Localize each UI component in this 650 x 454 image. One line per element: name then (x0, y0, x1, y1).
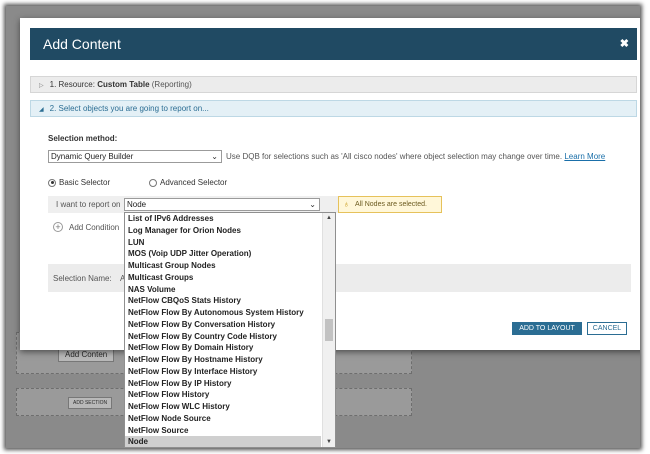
step-resource[interactable]: ▷ 1. Resource: Custom Table (Reporting) (30, 76, 637, 93)
cancel-button[interactable]: CANCEL (587, 322, 627, 335)
dropdown-option[interactable]: List of IPv6 Addresses (125, 213, 321, 225)
selection-method-select[interactable]: Dynamic Query Builder ⌄ (48, 150, 222, 163)
dropdown-option[interactable]: MOS (Voip UDP Jitter Operation) (125, 248, 321, 260)
dropdown-option[interactable]: NetFlow Source (125, 425, 321, 437)
step-select-objects-label: 2. Select objects you are going to repor… (49, 104, 209, 113)
dropdown-option[interactable]: Log Manager for Orion Nodes (125, 225, 321, 237)
dropdown-option[interactable]: NetFlow Flow By IP History (125, 378, 321, 390)
report-on-dropdown-list[interactable]: List of IPv6 Addresses Log Manager for Or… (124, 212, 336, 448)
scroll-up-icon[interactable]: ▲ (323, 215, 335, 221)
step-resource-name: Custom Table (97, 80, 150, 89)
selection-method-hint: Use DQB for selections such as 'All cisc… (226, 152, 605, 161)
report-on-value: Node (127, 200, 147, 209)
lightbulb-icon: ♁ (343, 199, 350, 209)
add-condition-label: Add Condition (69, 222, 120, 232)
dropdown-option[interactable]: NAS Volume (125, 284, 321, 296)
screenshot-frame: Add Conten ADD SECTION Add Content ✖ ▷ 1.… (6, 6, 640, 448)
dropdown-option[interactable]: NetFlow Flow WLC History (125, 401, 321, 413)
info-badge-text: All Nodes are selected. (355, 201, 427, 208)
selection-name-label: Selection Name: (53, 274, 112, 283)
add-to-layout-button[interactable]: ADD TO LAYOUT (512, 322, 582, 335)
chevron-down-icon: ⌄ (211, 152, 218, 161)
dropdown-option[interactable]: NetFlow Flow By Domain History (125, 342, 321, 354)
dropdown-option[interactable]: NetFlow CBQoS Stats History (125, 295, 321, 307)
selection-method-value: Dynamic Query Builder (51, 152, 134, 161)
all-nodes-info-badge: ♁ All Nodes are selected. (338, 196, 442, 213)
dropdown-option[interactable]: LUN (125, 237, 321, 249)
caret-right-icon: ▷ (39, 83, 44, 89)
dialog-title: Add Content (43, 36, 121, 52)
advanced-selector-radio[interactable] (149, 178, 157, 187)
step-select-objects[interactable]: ◢ 2. Select objects you are going to repo… (30, 100, 637, 117)
close-icon[interactable]: ✖ (620, 37, 629, 50)
learn-more-link[interactable]: Learn More (564, 152, 605, 161)
dropdown-options: List of IPv6 Addresses Log Manager for Or… (125, 213, 321, 447)
basic-selector-label: Basic Selector (59, 178, 111, 187)
report-on-select[interactable]: Node ⌄ (124, 198, 320, 211)
scroll-down-icon[interactable]: ▼ (323, 439, 335, 445)
report-on-label: I want to report on (56, 200, 121, 209)
dropdown-option[interactable]: NetFlow Flow By Country Code History (125, 331, 321, 343)
selection-method-label: Selection method: (48, 134, 118, 143)
dropdown-option[interactable]: NetFlow Flow By Conversation History (125, 319, 321, 331)
advanced-selector-option[interactable]: Advanced Selector (149, 178, 227, 187)
caret-down-icon: ◢ (39, 107, 44, 113)
advanced-selector-label: Advanced Selector (160, 178, 228, 187)
dropdown-option[interactable]: NetFlow Flow History (125, 389, 321, 401)
add-condition-button[interactable]: + Add Condition (53, 222, 119, 232)
basic-selector-option[interactable]: Basic Selector (48, 178, 110, 187)
dropdown-option[interactable]: NetFlow Flow By Interface History (125, 366, 321, 378)
dropdown-option[interactable]: Multicast Groups (125, 272, 321, 284)
selection-method-hint-text: Use DQB for selections such as 'All cisc… (226, 152, 563, 161)
dropdown-option[interactable]: NetFlow Flow By Hostname History (125, 354, 321, 366)
dialog-titlebar: Add Content ✖ (30, 28, 637, 60)
dropdown-option[interactable]: NetFlow Flow By Autonomous System Histor… (125, 307, 321, 319)
background-add-section-button[interactable]: ADD SECTION (68, 397, 113, 409)
chevron-down-icon: ⌄ (309, 200, 316, 209)
dropdown-scrollbar[interactable]: ▲ ▼ (322, 213, 335, 447)
plus-circle-icon: + (53, 222, 63, 232)
scrollbar-thumb[interactable] (325, 319, 333, 341)
dropdown-option[interactable]: Multicast Group Nodes (125, 260, 321, 272)
dropdown-option[interactable]: Node (125, 436, 321, 447)
step-resource-prefix: 1. Resource: (49, 80, 95, 89)
dropdown-option[interactable]: NetFlow Node Source (125, 413, 321, 425)
basic-selector-radio[interactable] (48, 178, 56, 187)
step-resource-suffix: (Reporting) (151, 80, 192, 89)
